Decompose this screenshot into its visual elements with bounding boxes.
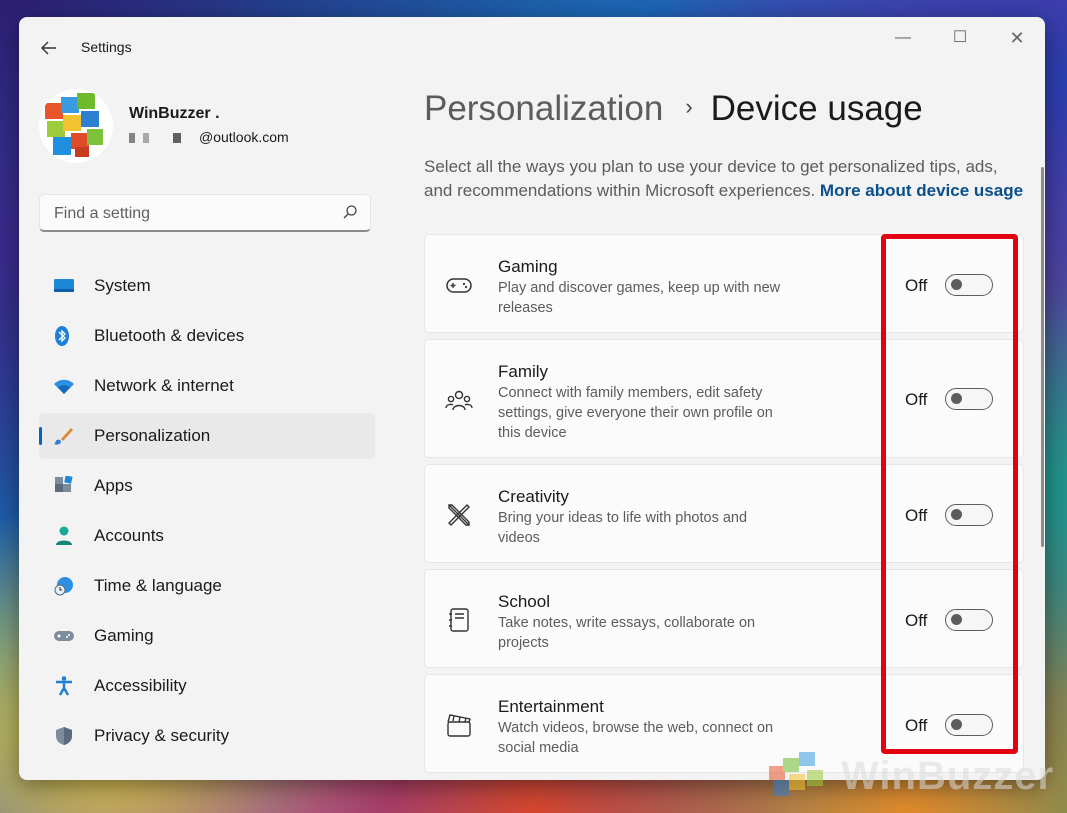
sidebar-item-label: Accounts (94, 526, 164, 545)
sidebar-item-accounts[interactable]: Accounts (39, 513, 375, 559)
highlight-box (881, 234, 1018, 754)
option-title: Gaming (498, 257, 558, 276)
sidebar-item-label: Personalization (94, 426, 211, 445)
sidebar-item-accessibility[interactable]: Accessibility (39, 663, 375, 709)
option-description: Watch videos, browse the web, connect on… (498, 720, 774, 756)
email-domain: @outlook.com (199, 129, 289, 145)
page-title: Device usage (710, 89, 923, 128)
sidebar-item-personalization[interactable]: Personalization (39, 413, 375, 459)
redacted-email-prefix (129, 133, 197, 144)
system-icon (54, 279, 74, 292)
gamepad-icon (446, 278, 472, 293)
user-name: WinBuzzer . (129, 105, 220, 122)
breadcrumb-parent[interactable]: Personalization (424, 89, 663, 128)
gamepad-icon (54, 631, 74, 641)
notebook-icon (449, 608, 469, 632)
clapperboard-icon (447, 714, 471, 737)
accounts-icon (56, 526, 72, 545)
brush-icon (54, 428, 73, 445)
option-title: Entertainment (498, 697, 604, 716)
search-icon[interactable] (342, 204, 358, 220)
sidebar-item-system[interactable]: System (39, 263, 375, 309)
family-icon (445, 390, 473, 411)
page-description: Select all the ways you plan to use your… (424, 155, 1024, 203)
sidebar-nav: System Bluetooth & devices Network & int… (39, 263, 375, 763)
sidebar-item-label: Time & language (94, 576, 222, 595)
option-description: Play and discover games, keep up with ne… (498, 280, 781, 316)
breadcrumb: Personalization › Device usage (424, 89, 923, 129)
option-title: Family (498, 362, 549, 381)
accessibility-icon (56, 676, 72, 696)
cube-logo-icon (45, 93, 103, 157)
sidebar-item-gaming[interactable]: Gaming (39, 613, 375, 659)
winbuzzer-logo-icon (769, 752, 823, 796)
option-description: Bring your ideas to life with photos and… (498, 510, 748, 546)
shield-icon (56, 727, 72, 745)
search-box[interactable] (39, 194, 371, 232)
bluetooth-icon (55, 326, 69, 346)
option-description: Connect with family members, edit safety… (498, 385, 773, 441)
back-arrow-icon (41, 41, 56, 55)
sidebar-item-label: Apps (94, 476, 133, 495)
back-button[interactable] (35, 35, 63, 61)
watermark-text: WinBuzzer (841, 754, 1055, 798)
sidebar-item-apps[interactable]: Apps (39, 463, 375, 509)
wifi-icon (54, 379, 74, 394)
option-title: Creativity (498, 487, 569, 506)
pen-ruler-icon (448, 504, 470, 526)
sidebar-item-label: Network & internet (94, 376, 234, 395)
sidebar-item-label: Accessibility (94, 676, 187, 695)
vertical-scrollbar[interactable] (1041, 167, 1044, 547)
sidebar-item-network[interactable]: Network & internet (39, 363, 375, 409)
sidebar-item-label: Privacy & security (94, 726, 230, 745)
option-description: Take notes, write essays, collaborate on… (498, 615, 756, 651)
more-about-link[interactable]: More about device usage (820, 181, 1023, 200)
sidebar-item-label: Bluetooth & devices (94, 326, 245, 345)
sidebar-item-label: System (94, 276, 151, 295)
app-title: Settings (81, 39, 132, 55)
avatar (39, 89, 113, 163)
user-email: @outlook.com (129, 129, 289, 145)
globe-clock-icon (54, 577, 73, 596)
watermark: WinBuzzer (763, 748, 1063, 808)
sidebar-item-time-language[interactable]: Time & language (39, 563, 375, 609)
sidebar-item-bluetooth[interactable]: Bluetooth & devices (39, 313, 375, 359)
breadcrumb-separator: › (685, 94, 693, 119)
search-input[interactable] (52, 202, 326, 226)
apps-icon (55, 476, 73, 492)
sidebar-item-privacy-security[interactable]: Privacy & security (39, 713, 375, 759)
option-title: School (498, 592, 550, 611)
user-profile[interactable]: WinBuzzer . @outlook.com (39, 89, 379, 165)
sidebar-item-label: Gaming (94, 626, 154, 645)
